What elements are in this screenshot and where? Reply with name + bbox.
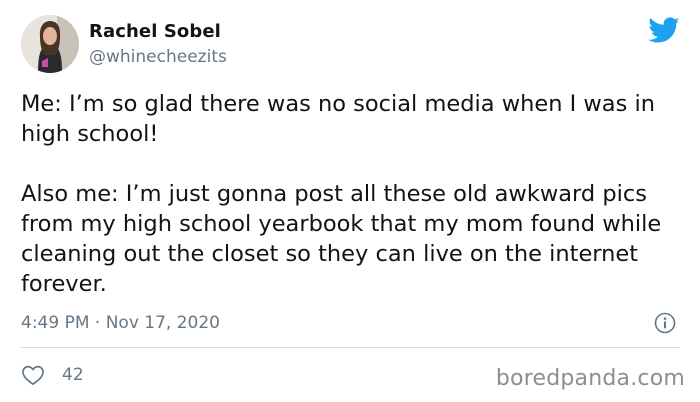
- author-handle[interactable]: @whinecheezits: [89, 47, 227, 67]
- watermark: boredpanda.com: [495, 366, 685, 391]
- like-count: 42: [62, 365, 84, 385]
- tweet-paragraph: Also me: I’m just gonna post all these o…: [21, 181, 662, 297]
- avatar[interactable]: [21, 15, 79, 73]
- twitter-bird-icon[interactable]: [648, 17, 680, 44]
- tweet-text: Me: I’m so glad there was no social medi…: [21, 89, 686, 299]
- tweet-timestamp[interactable]: 4:49 PM · Nov 17, 2020: [21, 313, 220, 333]
- tweet-paragraph: Me: I’m so glad there was no social medi…: [21, 91, 655, 147]
- like-button[interactable]: 42: [21, 363, 84, 387]
- author-display-name[interactable]: Rachel Sobel: [89, 21, 221, 42]
- heart-icon: [22, 365, 44, 386]
- divider: [21, 347, 680, 348]
- tweet-card: Rachel Sobel @whinecheezits Me: I’m so g…: [0, 0, 700, 402]
- info-icon[interactable]: [654, 312, 676, 334]
